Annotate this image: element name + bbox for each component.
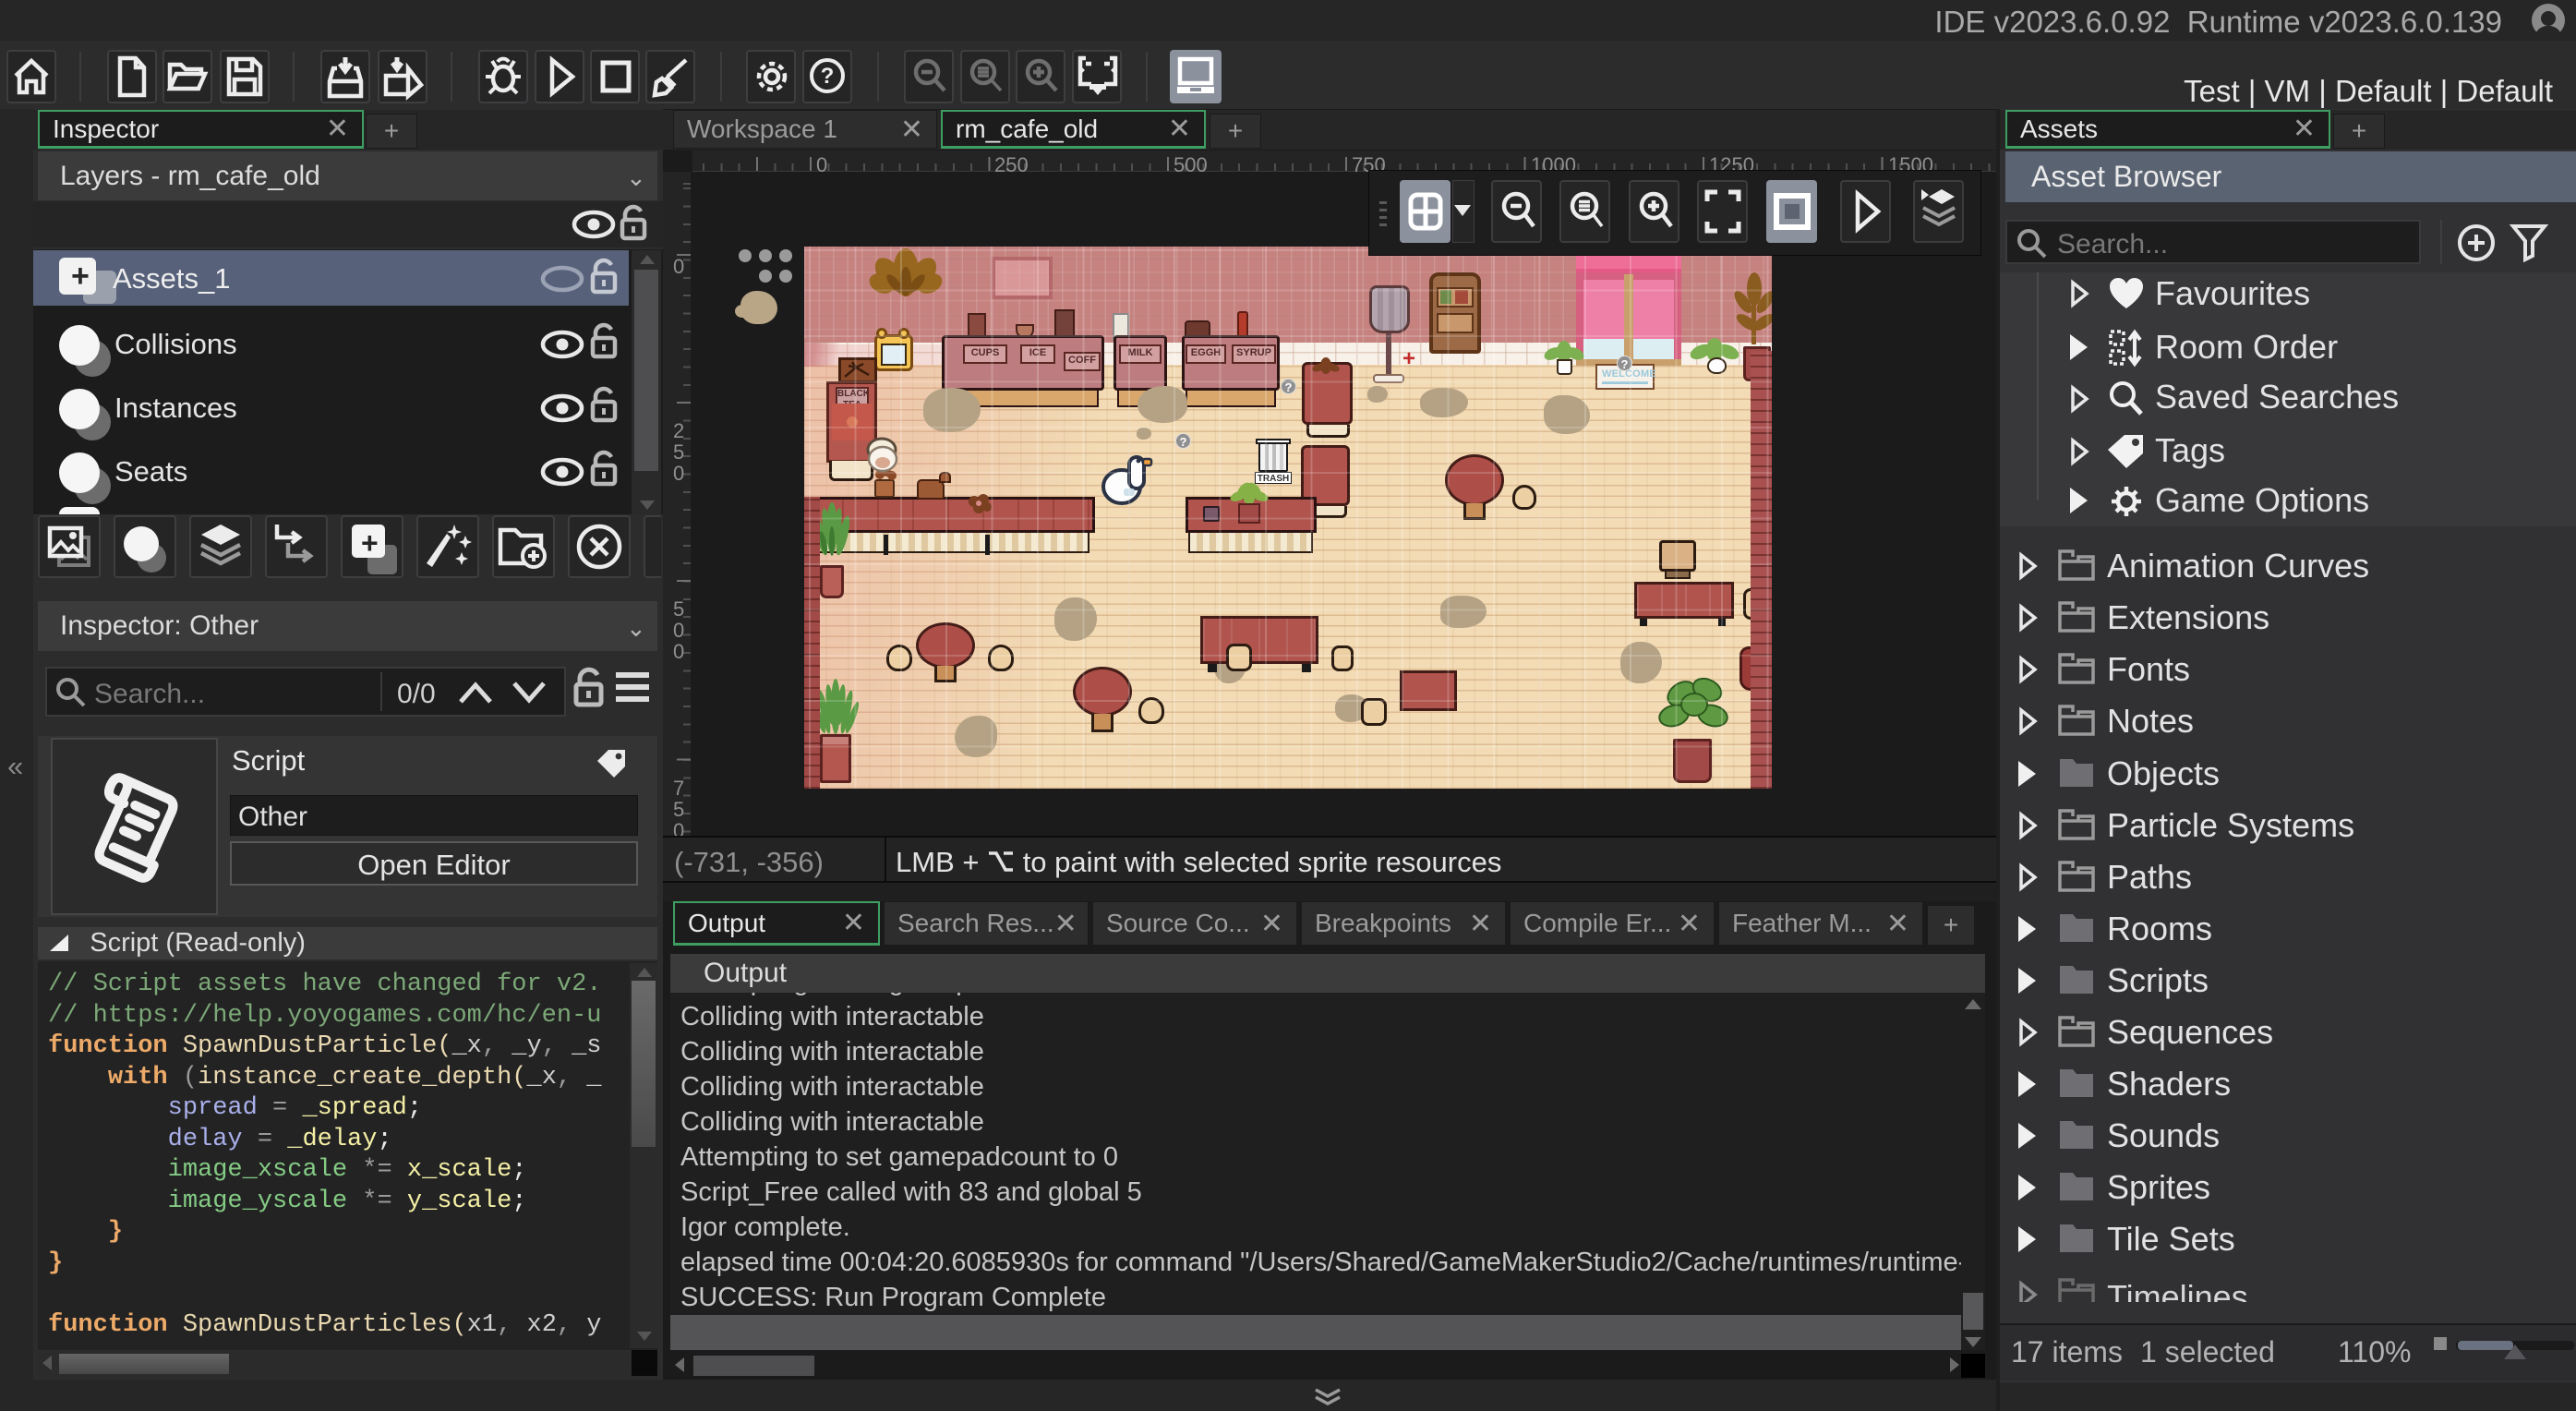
svg-text:?: ? — [821, 64, 835, 89]
